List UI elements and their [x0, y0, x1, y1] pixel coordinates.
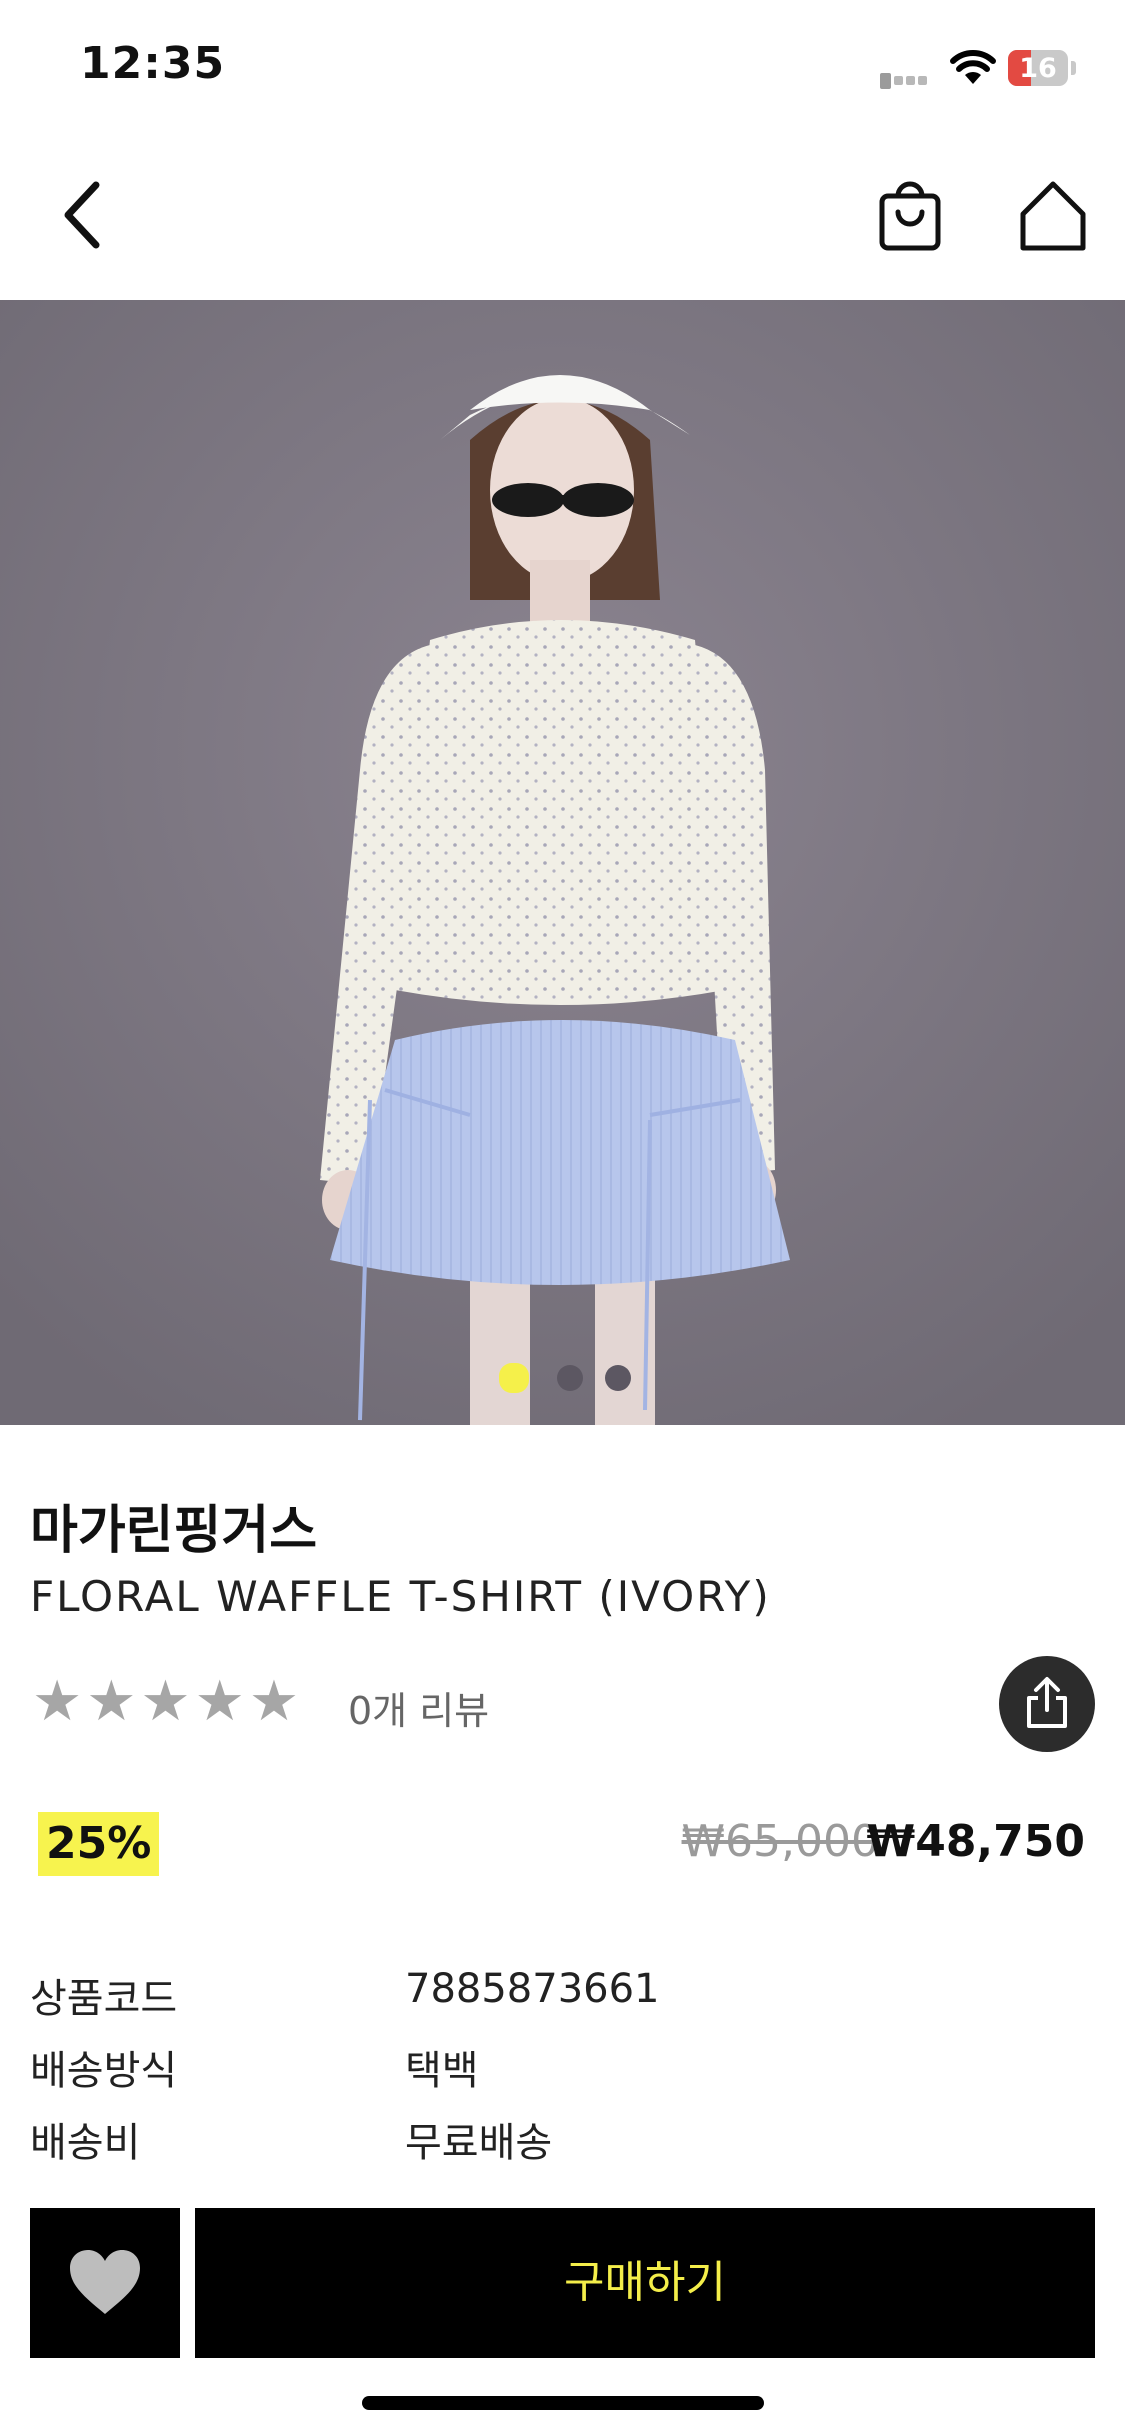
spec-label-delivery-method: 배송방식 [30, 2048, 178, 2094]
status-bar: 12:35 16 [0, 0, 1125, 140]
heart-icon [70, 2250, 140, 2314]
cart-icon[interactable] [872, 178, 948, 254]
back-icon[interactable] [50, 175, 120, 255]
home-icon[interactable] [1015, 178, 1091, 254]
discount-badge: 25% [38, 1812, 160, 1876]
gallery-dot-2[interactable] [557, 1365, 583, 1391]
product-name: FLORAL WAFFLE T-SHIRT (IVORY) [30, 1572, 771, 1621]
share-button[interactable] [999, 1656, 1095, 1752]
sale-price: ₩48,750 [866, 1816, 1085, 1867]
gallery-dot-3[interactable] [605, 1365, 631, 1391]
share-icon [1027, 1677, 1067, 1728]
status-time: 12:35 [80, 38, 226, 89]
buy-button[interactable]: 구매하기 [195, 2208, 1095, 2358]
star-icon: ★ [248, 1669, 300, 1734]
spec-label-product-code: 상품코드 [30, 1976, 178, 2022]
home-indicator [362, 2396, 764, 2410]
product-image[interactable] [0, 300, 1125, 1425]
spec-label-delivery-fee: 배송비 [30, 2120, 141, 2166]
original-price: ₩65,000 [681, 1816, 879, 1867]
rating-stars: ★★★★★ [32, 1672, 303, 1732]
spec-value-delivery-fee: 무료배송 [405, 2120, 553, 2166]
spec-value-delivery-method: 택백 [405, 2048, 479, 2094]
review-count[interactable]: 0개 리뷰 [348, 1680, 489, 1735]
wishlist-button[interactable] [30, 2208, 180, 2358]
gallery-dot-1[interactable] [499, 1363, 529, 1393]
product-photo [0, 300, 1125, 1425]
wifi-icon [950, 50, 996, 84]
battery-icon: 16 [1008, 50, 1068, 86]
star-icon: ★ [140, 1669, 191, 1734]
star-icon: ★ [194, 1669, 245, 1734]
star-icon: ★ [32, 1669, 83, 1734]
battery-tip [1071, 61, 1076, 75]
gallery-pagination [0, 1363, 1125, 1395]
brand-name[interactable]: 마가린핑거스 [30, 1488, 317, 1563]
spec-value-product-code: 7885873661 [405, 1966, 660, 2012]
signal-icon [880, 70, 930, 89]
star-icon: ★ [86, 1669, 137, 1734]
battery-level: 16 [1019, 53, 1057, 84]
